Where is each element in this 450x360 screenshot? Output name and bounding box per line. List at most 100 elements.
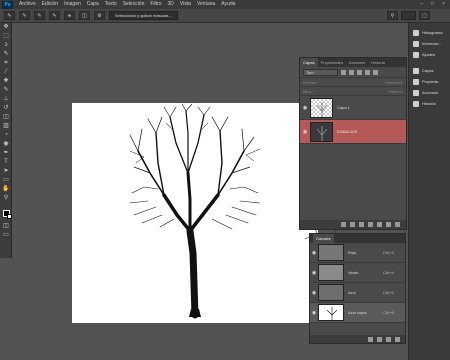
- menu-filtro[interactable]: Filtro: [147, 0, 164, 9]
- smart-object-filter-icon[interactable]: [373, 69, 378, 75]
- tab-historia[interactable]: Historia: [368, 58, 388, 67]
- layer-row[interactable]: ◉ D1562-029: [300, 120, 406, 144]
- gradient-icon[interactable]: ▥: [0, 122, 12, 131]
- brush-icon[interactable]: ✎: [0, 86, 12, 95]
- history-icon: [413, 100, 419, 107]
- panel-histograma[interactable]: Histograma: [409, 27, 450, 38]
- select-and-mask-button[interactable]: Seleccionar y aplicar máscara...: [109, 11, 178, 20]
- eye-icon[interactable]: ◉: [300, 129, 310, 135]
- marquee-icon[interactable]: ⬚: [0, 32, 12, 41]
- quick-mask-icon[interactable]: ◫: [0, 222, 12, 231]
- layer-style-icon[interactable]: [350, 222, 355, 227]
- trash-icon[interactable]: [395, 222, 400, 227]
- layer-name[interactable]: Capa 1: [337, 105, 350, 110]
- workspace-select[interactable]: [401, 11, 416, 20]
- photoshop-logo: Ps: [2, 0, 13, 9]
- panel-capas[interactable]: Capas: [409, 65, 450, 76]
- type-icon[interactable]: T: [0, 158, 12, 167]
- link-layers-icon[interactable]: [341, 222, 346, 227]
- panel-propiedades[interactable]: Propieda...: [409, 76, 450, 87]
- channel-row[interactable]: ◉ Azul Ctrl+5: [310, 283, 405, 303]
- menu-seleccion[interactable]: Selección: [120, 0, 148, 9]
- panel-ajustes[interactable]: Ajustes: [409, 49, 450, 60]
- zoom-icon[interactable]: ⚲: [0, 194, 12, 203]
- menu-vista[interactable]: Vista: [177, 0, 194, 9]
- new-layer-icon[interactable]: [386, 222, 391, 227]
- stamp-icon[interactable]: ⊥: [0, 95, 12, 104]
- add-selection-icon[interactable]: ✎: [34, 11, 45, 20]
- channel-row[interactable]: ◉ Azul copia Ctrl+6: [310, 303, 405, 323]
- document-canvas[interactable]: [72, 103, 318, 323]
- new-selection-icon[interactable]: ✎: [19, 11, 30, 20]
- save-selection-icon[interactable]: [377, 336, 382, 342]
- layer-kind-filter[interactable]: Tipo: [303, 68, 338, 76]
- trash-icon[interactable]: [395, 336, 400, 342]
- search-icon[interactable]: ⚲: [387, 11, 398, 20]
- menu-texto[interactable]: Texto: [102, 0, 120, 9]
- hand-icon[interactable]: ✋: [0, 185, 12, 194]
- panel-historia[interactable]: Historia: [409, 98, 450, 109]
- eye-icon[interactable]: ◉: [310, 290, 318, 296]
- menu-ayuda[interactable]: Ayuda: [218, 0, 238, 9]
- properties-icon: [413, 78, 419, 85]
- options-bar: ✎ ✎ ✎ ✎ ● ◫ ⚙ Seleccionar y aplicar másc…: [0, 9, 450, 23]
- layer-row[interactable]: ◉ Capa 1: [300, 96, 406, 120]
- adjustments-icon: [413, 51, 419, 58]
- channel-row[interactable]: ◉ Rojo Ctrl+3: [310, 243, 405, 263]
- adjustment-layer-icon[interactable]: [368, 222, 373, 227]
- load-selection-icon[interactable]: [368, 336, 373, 342]
- panel-acciones[interactable]: Acciones: [409, 87, 450, 98]
- history-brush-icon[interactable]: ↺: [0, 104, 12, 113]
- pixel-filter-icon[interactable]: [341, 69, 346, 75]
- blend-mode-select[interactable]: Normal: [303, 78, 316, 86]
- panel-informacion[interactable]: Informaci...: [409, 38, 450, 49]
- layer-name[interactable]: D1562-029: [337, 129, 357, 134]
- add-mask-icon[interactable]: [359, 222, 364, 227]
- enhance-edge-icon[interactable]: ⚙: [94, 11, 105, 20]
- channels-panel: Canales ◉ Rojo Ctrl+3 ◉ Verde Ctrl+4 ◉ A…: [309, 233, 406, 344]
- menu-archivo[interactable]: Archivo: [16, 0, 39, 9]
- color-swatches-icon[interactable]: [0, 209, 12, 219]
- tab-canales[interactable]: Canales: [313, 234, 334, 243]
- type-filter-icon[interactable]: [357, 69, 362, 75]
- pen-icon[interactable]: ✒: [0, 149, 12, 158]
- menu-edicion[interactable]: Edición: [39, 0, 61, 9]
- tab-propiedades[interactable]: Propiedades: [318, 58, 346, 67]
- crop-icon[interactable]: ⌗: [0, 59, 12, 68]
- eye-icon[interactable]: ◉: [300, 105, 310, 111]
- new-group-icon[interactable]: [377, 222, 382, 227]
- dodge-icon[interactable]: ◉: [0, 140, 12, 149]
- subtract-selection-icon[interactable]: ✎: [49, 11, 60, 20]
- blur-icon[interactable]: ◔: [0, 131, 12, 140]
- maximize-button[interactable]: □: [431, 0, 434, 9]
- channel-row[interactable]: ◉ Verde Ctrl+4: [310, 263, 405, 283]
- minimize-button[interactable]: –: [420, 0, 423, 9]
- eye-icon[interactable]: ◉: [310, 250, 318, 256]
- healing-icon[interactable]: ✚: [0, 77, 12, 86]
- eraser-icon[interactable]: ◫: [0, 113, 12, 122]
- menu-imagen[interactable]: Imagen: [61, 0, 84, 9]
- sample-all-layers-icon[interactable]: ◫: [79, 11, 90, 20]
- new-channel-icon[interactable]: [386, 336, 391, 342]
- eye-icon[interactable]: ◉: [310, 310, 318, 316]
- tab-capas[interactable]: Capas: [300, 58, 318, 67]
- quick-select-icon[interactable]: ✎: [0, 50, 12, 59]
- path-select-icon[interactable]: ➤: [0, 167, 12, 176]
- menu-ventana[interactable]: Ventana: [194, 0, 218, 9]
- share-icon[interactable]: ▢: [419, 11, 430, 20]
- lasso-icon[interactable]: ↄ: [0, 41, 12, 50]
- adjustment-filter-icon[interactable]: [349, 69, 354, 75]
- layers-panel: Capas Propiedades Acciones Historia Tipo…: [299, 57, 407, 230]
- brush-size-icon[interactable]: ●: [64, 11, 75, 20]
- menu-3d[interactable]: 3D: [165, 0, 177, 9]
- tab-acciones[interactable]: Acciones: [346, 58, 368, 67]
- menu-capa[interactable]: Capa: [84, 0, 102, 9]
- eyedropper-icon[interactable]: ⁄: [0, 68, 12, 77]
- quick-select-tool-icon[interactable]: ✎: [4, 11, 15, 20]
- eye-icon[interactable]: ◉: [310, 270, 318, 276]
- move-icon[interactable]: ✥: [0, 23, 12, 32]
- close-button[interactable]: ×: [442, 0, 445, 9]
- shape-filter-icon[interactable]: [365, 69, 370, 75]
- shape-icon[interactable]: ▭: [0, 176, 12, 185]
- screen-mode-icon[interactable]: ▭: [0, 231, 12, 240]
